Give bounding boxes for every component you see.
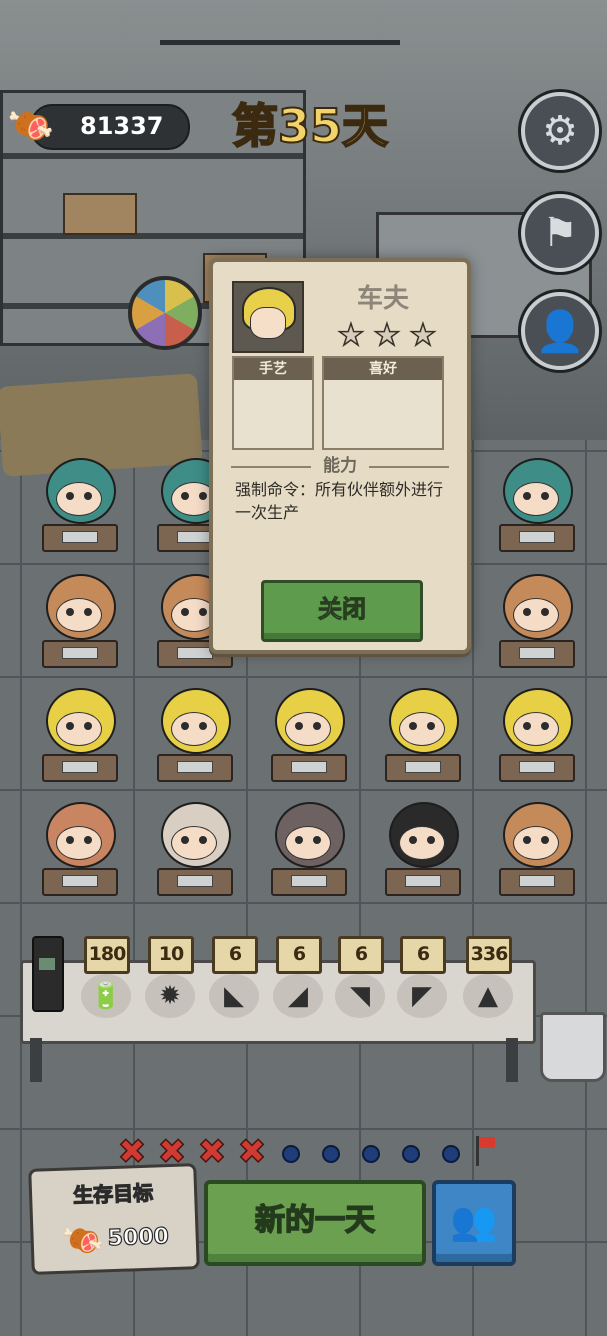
completed-day-mark: ✖ — [237, 1132, 267, 1172]
armor-piece-icon[interactable]: ◥ — [335, 974, 385, 1018]
completed-day-mark: ✖ — [197, 1132, 227, 1172]
star-icon: ★ — [337, 318, 365, 353]
pending-day-dot — [402, 1145, 420, 1163]
character-goggles[interactable] — [489, 568, 581, 668]
character-helmet[interactable] — [32, 452, 124, 552]
item-count: 10 — [148, 936, 194, 974]
gear-icon: ⚙ — [542, 108, 578, 154]
bucket-icon — [540, 1012, 606, 1082]
item-count: 6 — [212, 936, 258, 974]
settings-button[interactable]: ⚙ — [521, 92, 599, 170]
goal-title: 生存目标 — [72, 1180, 154, 1208]
profile-button[interactable]: 👤 — [521, 292, 599, 370]
ceiling-lamp — [160, 8, 400, 45]
food-count: 81337 — [80, 112, 164, 140]
close-button[interactable]: 关闭 — [261, 580, 423, 642]
star-rating: ★ ★ ★ — [335, 318, 445, 353]
craft-panel: 手艺 — [232, 356, 314, 450]
character-blond[interactable] — [489, 682, 581, 782]
character-blond[interactable] — [32, 682, 124, 782]
goal-value: 5000 — [107, 1224, 170, 1252]
item-count: 180 — [84, 936, 130, 974]
character-blond[interactable] — [375, 682, 467, 782]
character-info-dialog: 车夫 ★ ★ ★ 手艺 喜好 能力 强制命令：所有伙伴额外进行一次生产 关闭 — [209, 258, 471, 654]
character-name: 车夫 — [356, 284, 409, 314]
character-blond[interactable] — [261, 682, 353, 782]
hobby-panel: 喜好 — [322, 356, 444, 450]
item-count: 336 — [466, 936, 512, 974]
meat-icon: 🍖 — [58, 1215, 109, 1264]
team-icon: 👥 — [450, 1199, 498, 1243]
survival-goal-card: 生存目标 🍖 5000 — [28, 1163, 200, 1275]
walkie-talkie-icon[interactable] — [32, 936, 64, 1012]
robot-spider-icon[interactable]: ✹ — [145, 974, 195, 1018]
user-search-icon: 👤 — [535, 308, 585, 355]
star-icon: ★ — [373, 318, 401, 353]
table-leg — [506, 1038, 518, 1082]
table-leg — [30, 1038, 42, 1082]
character-gray[interactable] — [261, 796, 353, 896]
shark-icon[interactable]: ▲ — [463, 974, 513, 1018]
flag-icon — [472, 1134, 500, 1170]
pending-day-dot — [442, 1145, 460, 1163]
flag-icon: ⚑ — [542, 210, 578, 256]
armor-piece-icon[interactable]: ◢ — [273, 974, 323, 1018]
pending-day-dot — [282, 1145, 300, 1163]
item-count: 6 — [276, 936, 322, 974]
character-spiky[interactable] — [375, 796, 467, 896]
character-portrait — [232, 281, 304, 353]
pending-day-dot — [322, 1145, 340, 1163]
pending-day-dot — [362, 1145, 380, 1163]
star-icon: ★ — [409, 318, 437, 353]
craft-header: 手艺 — [234, 358, 312, 380]
item-count: 6 — [338, 936, 384, 974]
character-goggles[interactable] — [32, 568, 124, 668]
item-count: 6 — [400, 936, 446, 974]
new-day-button[interactable]: 新的一天 — [204, 1180, 426, 1266]
armor-piece-icon[interactable]: ◣ — [209, 974, 259, 1018]
prize-wheel[interactable] — [128, 276, 202, 350]
character-bun[interactable] — [147, 796, 239, 896]
team-button[interactable]: 👥 — [432, 1180, 516, 1266]
character-goggles[interactable] — [489, 796, 581, 896]
ability-header: 能力 — [323, 456, 357, 476]
day-title: 第35天 — [231, 98, 389, 154]
character-blond[interactable] — [147, 682, 239, 782]
character-curly[interactable] — [32, 796, 124, 896]
ability-text: 强制命令：所有伙伴额外进行一次生产 — [235, 480, 444, 522]
flag-button[interactable]: ⚑ — [521, 194, 599, 272]
hobby-header: 喜好 — [324, 358, 442, 380]
character-helmet[interactable] — [489, 452, 581, 552]
battery-icon[interactable]: 🔋 — [81, 974, 131, 1018]
armor-piece-icon[interactable]: ◤ — [397, 974, 447, 1018]
